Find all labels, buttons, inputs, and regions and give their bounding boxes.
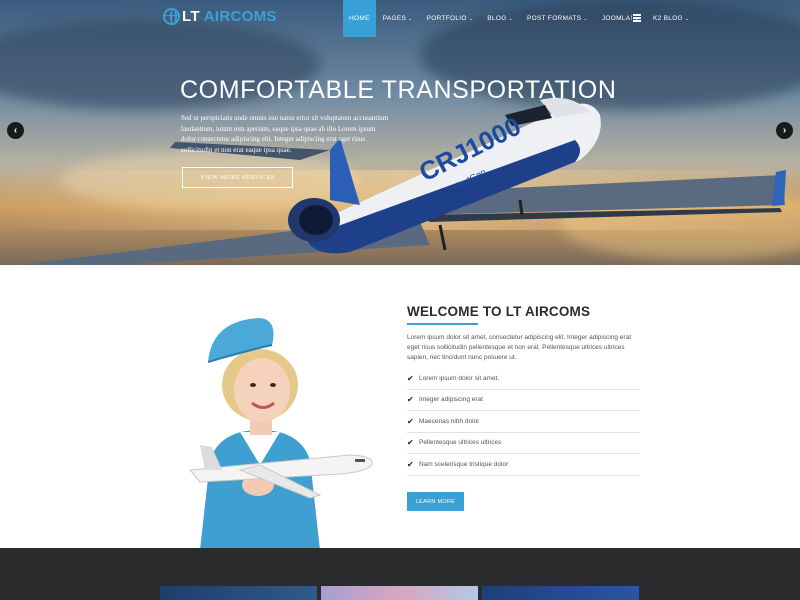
nav-item-label: PORTFOLIO bbox=[426, 15, 467, 22]
logo-name: AIRCOMS bbox=[203, 8, 277, 25]
hero-title: COMFORTABLE TRANSPORTATION bbox=[180, 76, 617, 104]
nav-item-label: HOME bbox=[349, 15, 370, 22]
nav-item-k2-blog[interactable]: K2 BLOG ⌄ bbox=[646, 0, 696, 37]
check-icon: ✔ bbox=[407, 438, 414, 448]
check-icon: ✔ bbox=[407, 416, 414, 426]
navbar: LT AIRCOMS HOME PAGES ⌄ PORTFOLIO ⌄ BLOG ⌄ POST… bbox=[0, 0, 800, 37]
globe-icon bbox=[163, 8, 180, 25]
list-item: ✔ Maecenas nibh dolor bbox=[407, 411, 640, 433]
nav-item-post-formats[interactable]: POST FORMATS ⌄ bbox=[520, 0, 595, 37]
chevron-down-icon: ⌄ bbox=[508, 15, 514, 22]
hero-slider: CRJ1000 NextGen LT AIRCOMS HOME PAGES ⌄ POR… bbox=[0, 0, 800, 265]
learn-more-button[interactable]: LEARN MORE bbox=[407, 492, 464, 511]
main-menu: HOME PAGES ⌄ PORTFOLIO ⌄ BLOG ⌄ POST FORMATS ⌄ JO… bbox=[343, 0, 696, 37]
nav-item-label: K2 BLOG bbox=[652, 15, 683, 22]
nav-item-label: BLOG bbox=[487, 15, 507, 22]
nav-item-pages[interactable]: PAGES ⌄ bbox=[376, 0, 420, 37]
list-item: ✔ Pellentesque ultrices ultrices bbox=[407, 433, 640, 454]
list-item-label: Pellentesque ultrices ultrices bbox=[419, 439, 502, 447]
logo-prefix: LT bbox=[182, 8, 200, 25]
prev-slide-arrow-icon[interactable]: ‹ bbox=[7, 122, 24, 139]
feature-list: ✔ Lorem ipsum dolor sit amet. ✔ Integer adi… bbox=[407, 368, 640, 476]
list-item: ✔ Nam scelerisque tristique dolor bbox=[407, 454, 640, 476]
welcome-text: Lorem ipsum dolor sit amet, consectetur … bbox=[407, 334, 631, 361]
list-item: ✔ Lorem ipsum dolor sit amet. bbox=[407, 368, 640, 390]
chevron-down-icon: ⌄ bbox=[583, 15, 588, 22]
portfolio-thumbnail[interactable] bbox=[482, 586, 639, 600]
list-item-label: Maecenas nibh dolor bbox=[419, 417, 480, 425]
nav-item-blog[interactable]: BLOG ⌄ bbox=[480, 0, 520, 37]
chevron-down-icon: ⌄ bbox=[684, 15, 690, 22]
logo[interactable]: LT AIRCOMS bbox=[163, 8, 277, 25]
chevron-down-icon: ⌄ bbox=[408, 15, 413, 22]
title-underline bbox=[407, 323, 478, 325]
list-item-label: Nam scelerisque tristique dolor bbox=[419, 460, 509, 468]
list-item-label: Lorem ipsum dolor sit amet. bbox=[419, 374, 500, 382]
check-icon: ✔ bbox=[407, 395, 414, 405]
portfolio-thumbnail[interactable] bbox=[321, 586, 478, 600]
nav-item-home[interactable]: HOME bbox=[343, 0, 376, 37]
nav-item-portfolio[interactable]: PORTFOLIO ⌄ bbox=[420, 0, 481, 37]
flight-attendant-image bbox=[189, 318, 373, 550]
list-item-label: Integer adipiscing erat bbox=[419, 396, 483, 404]
nav-item-label: POST FORMATS bbox=[527, 15, 582, 22]
portfolio-thumbnail[interactable] bbox=[160, 586, 317, 600]
check-icon: ✔ bbox=[407, 373, 414, 383]
nav-item-label: JOOMLA! bbox=[601, 15, 633, 22]
check-icon: ✔ bbox=[407, 459, 414, 469]
hamburger-menu-icon[interactable] bbox=[633, 14, 641, 22]
next-slide-arrow-icon[interactable]: › bbox=[776, 122, 793, 139]
airplane-image: CRJ1000 NextGen bbox=[20, 97, 786, 265]
view-more-services-button[interactable]: VIEW MORE SERVICES bbox=[182, 167, 293, 188]
hero-text: Sed ut perspiciatis unde omnis iste natu… bbox=[181, 114, 389, 154]
list-item: ✔ Integer adipiscing erat bbox=[407, 390, 640, 411]
chevron-down-icon: ⌄ bbox=[468, 15, 474, 22]
welcome-title: WELCOME TO LT AIRCOMS bbox=[407, 304, 591, 319]
nav-item-label: PAGES bbox=[382, 15, 407, 22]
